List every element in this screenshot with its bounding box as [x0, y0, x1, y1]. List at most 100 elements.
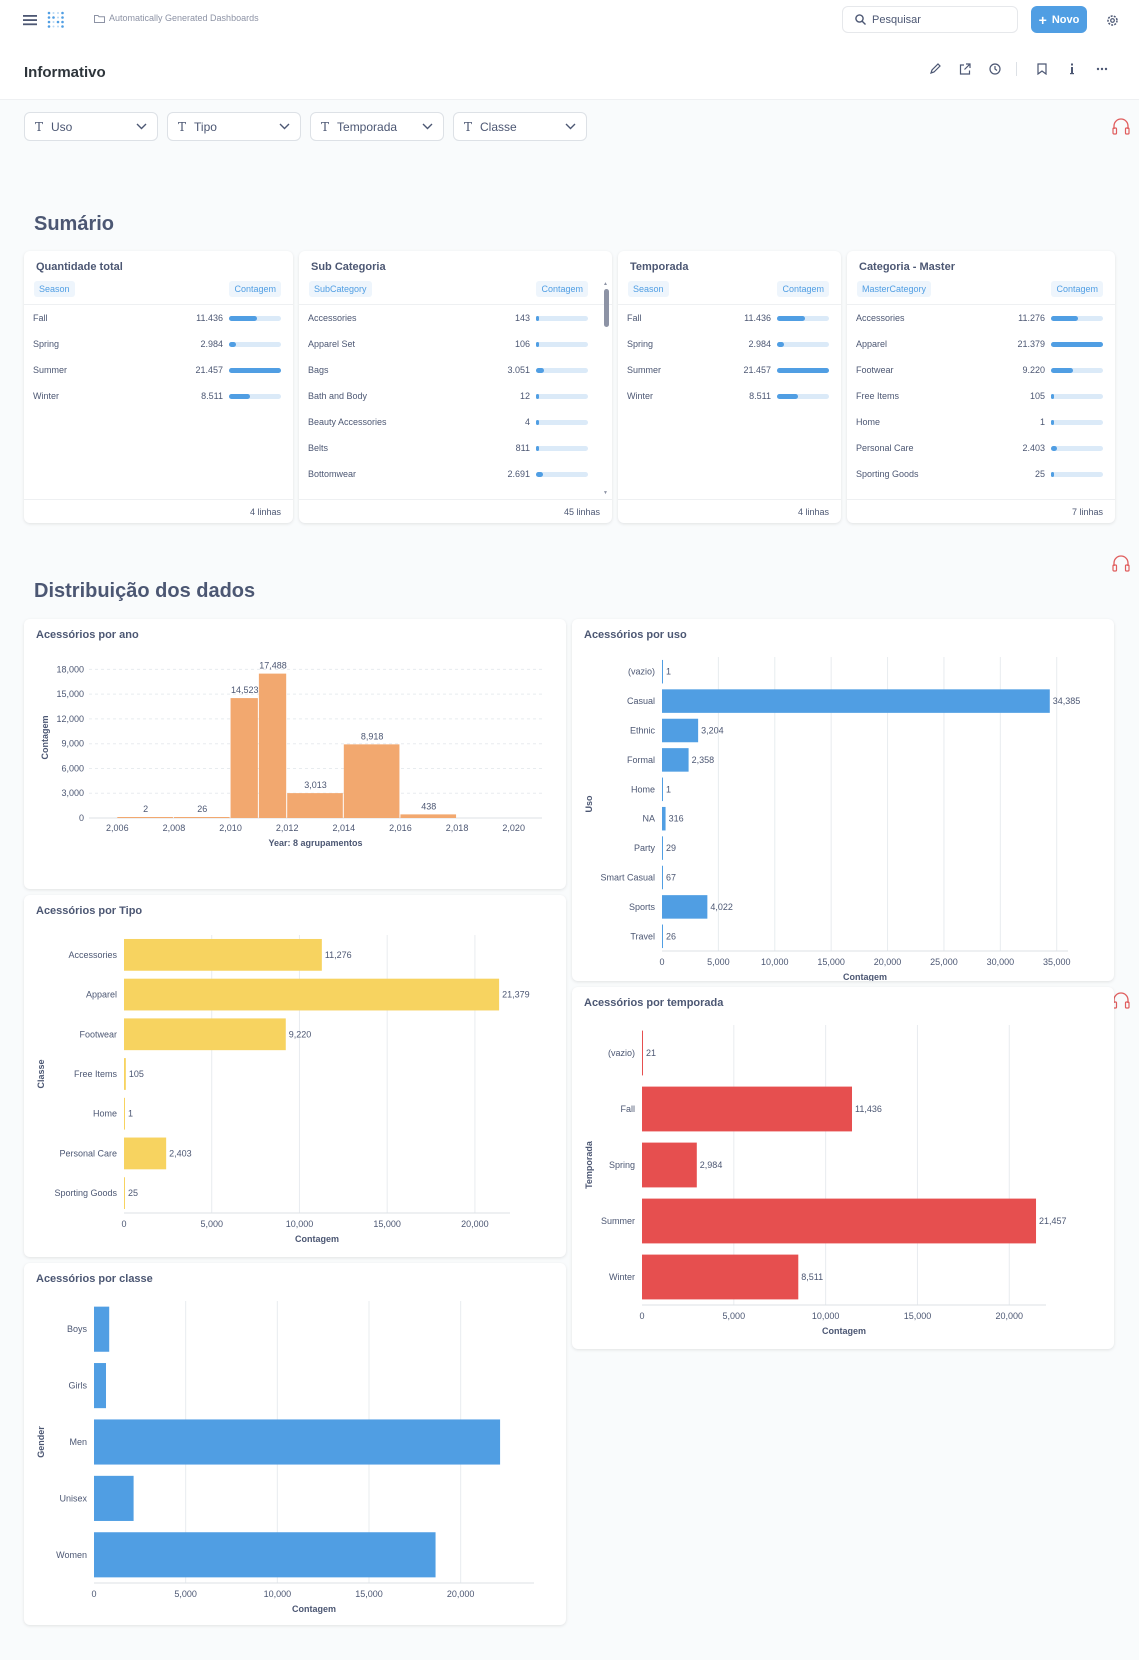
category-label: Smart Casual: [600, 873, 655, 883]
row-label: Beauty Accessories: [308, 417, 387, 427]
table-row[interactable]: Summer 21.457: [24, 357, 293, 383]
gear-icon[interactable]: [1103, 11, 1121, 29]
table-row[interactable]: Bath and Body 12: [299, 383, 612, 409]
row-value: 811: [515, 443, 530, 453]
mini-bar-track: [1051, 472, 1103, 477]
table-row[interactable]: Apparel Set 106: [299, 331, 612, 357]
x-tick-label: 2,020: [502, 823, 525, 833]
bar: [124, 1097, 125, 1130]
x-tick-label: 5,000: [200, 1219, 223, 1229]
filter-label: Classe: [480, 119, 517, 134]
x-tick-label: 0: [639, 1311, 644, 1321]
filter-tipo[interactable]: T Tipo: [167, 112, 301, 141]
table-row[interactable]: Sporting Goods 25: [847, 461, 1115, 487]
filter-uso[interactable]: T Uso: [24, 112, 158, 141]
table-row[interactable]: Beauty Accessories 4: [299, 409, 612, 435]
mini-bar-track: [536, 420, 588, 425]
section-heading-summary: Sumário: [34, 213, 115, 235]
card-title[interactable]: Sub Categoria: [311, 261, 386, 273]
table-row[interactable]: Footwear 9.220: [847, 357, 1115, 383]
search-input[interactable]: Pesquisar: [842, 6, 1018, 33]
clock-icon[interactable]: [986, 60, 1004, 78]
x-tick-label: 0: [121, 1219, 126, 1229]
column-header-dimension[interactable]: Season: [628, 281, 669, 297]
row-label: Accessories: [308, 313, 357, 323]
column-header-metric[interactable]: Contagem: [1051, 281, 1103, 297]
filter-temporada[interactable]: T Temporada: [310, 112, 444, 141]
column-header-dimension[interactable]: Season: [34, 281, 75, 297]
headphones-icon[interactable]: [1111, 990, 1131, 1015]
table-row[interactable]: Fall 11.436: [24, 305, 293, 331]
table-row[interactable]: Accessories 143: [299, 305, 612, 331]
column-header-dimension[interactable]: MasterCategory: [857, 281, 932, 297]
table-row[interactable]: Winter 8.511: [24, 383, 293, 409]
mini-bar-fill: [777, 316, 805, 321]
headphones-icon[interactable]: [1111, 116, 1131, 141]
mini-bar-track: [1051, 394, 1103, 399]
table-row[interactable]: Apparel 21.379: [847, 331, 1115, 357]
table-row[interactable]: Belts 811: [299, 435, 612, 461]
column-header-metric[interactable]: Contagem: [777, 281, 829, 297]
mini-bar-track: [536, 316, 588, 321]
chart-svg: 0 5,000 10,000 15,000 20,000 Boys Girls Men Unis…: [36, 1301, 534, 1614]
mini-bar-track: [1051, 342, 1103, 347]
bar: [124, 978, 500, 1011]
page-title[interactable]: Informativo: [24, 64, 106, 81]
table-row[interactable]: Bags 3.051: [299, 357, 612, 383]
scroll-thumb[interactable]: [604, 289, 609, 327]
new-button[interactable]: + Novo: [1031, 6, 1087, 33]
mini-bar-track: [1051, 316, 1103, 321]
table-row[interactable]: Personal Care 2.403: [847, 435, 1115, 461]
bar: [662, 806, 666, 831]
filter-classe[interactable]: T Classe: [453, 112, 587, 141]
column-header-metric[interactable]: Contagem: [536, 281, 588, 297]
table-row[interactable]: Accessories 11.276: [847, 305, 1115, 331]
y-axis-label: Temporada: [584, 1140, 594, 1189]
x-tick-label: 30,000: [987, 957, 1015, 967]
mini-bar-track: [229, 368, 281, 373]
table-row[interactable]: Spring 2.984: [24, 331, 293, 357]
card-title[interactable]: Temporada: [630, 261, 688, 273]
bar-value-label: 21: [646, 1048, 656, 1058]
card-title[interactable]: Categoria - Master: [859, 261, 955, 273]
category-label: Summer: [601, 1216, 635, 1226]
bookmark-icon[interactable]: [1033, 60, 1051, 78]
scrollbar[interactable]: ▲ ▼: [603, 281, 610, 496]
table-row[interactable]: Home 1: [847, 409, 1115, 435]
table-header: SubCategory Contagem: [299, 281, 612, 301]
menu-icon[interactable]: [22, 12, 38, 28]
mini-bar-fill: [1051, 316, 1078, 321]
chart-svg: 0 5,000 10,000 15,000 20,000 (vazio) 21 Fall 11,…: [584, 1025, 1067, 1336]
table-row[interactable]: Bottomwear 2.691: [299, 461, 612, 487]
bar-value-label: 34,385: [1053, 696, 1081, 706]
edit-pencil-icon[interactable]: [926, 60, 944, 78]
table-card-temporada: Temporada Season Contagem Fall 11.436 Spring 2…: [618, 251, 841, 523]
scroll-up-arrow[interactable]: ▲: [603, 281, 608, 287]
bar-value-label: 3,204: [701, 726, 724, 736]
filter-label: Uso: [51, 119, 73, 134]
x-tick-label: 0: [91, 1589, 96, 1599]
breadcrumb[interactable]: Automatically Generated Dashboards: [94, 13, 259, 23]
bar: [662, 659, 663, 684]
table-row[interactable]: Fall 11.436: [618, 305, 841, 331]
histogram-bar: [400, 814, 457, 818]
chart-card-uso: Acessórios por uso 0 5,000 10,000 15,000 20,0…: [572, 619, 1114, 981]
row-label: Bath and Body: [308, 391, 368, 401]
share-icon[interactable]: [956, 60, 974, 78]
bar: [124, 1058, 126, 1090]
row-label: Personal Care: [856, 443, 914, 453]
info-icon[interactable]: [1063, 60, 1081, 78]
table-row[interactable]: Spring 2.984: [618, 331, 841, 357]
x-tick-label: 5,000: [174, 1589, 197, 1599]
table-row[interactable]: Summer 21.457: [618, 357, 841, 383]
card-title[interactable]: Quantidade total: [36, 261, 123, 273]
mini-bar-fill: [1051, 394, 1054, 399]
scroll-down-arrow[interactable]: ▼: [603, 490, 608, 496]
column-header-dimension[interactable]: SubCategory: [309, 281, 372, 297]
table-row[interactable]: Winter 8.511: [618, 383, 841, 409]
column-header-metric[interactable]: Contagem: [229, 281, 281, 297]
table-row[interactable]: Free Items 105: [847, 383, 1115, 409]
metabase-logo-icon[interactable]: [45, 9, 67, 31]
headphones-icon[interactable]: [1111, 553, 1131, 578]
more-options-icon[interactable]: [1093, 60, 1111, 78]
